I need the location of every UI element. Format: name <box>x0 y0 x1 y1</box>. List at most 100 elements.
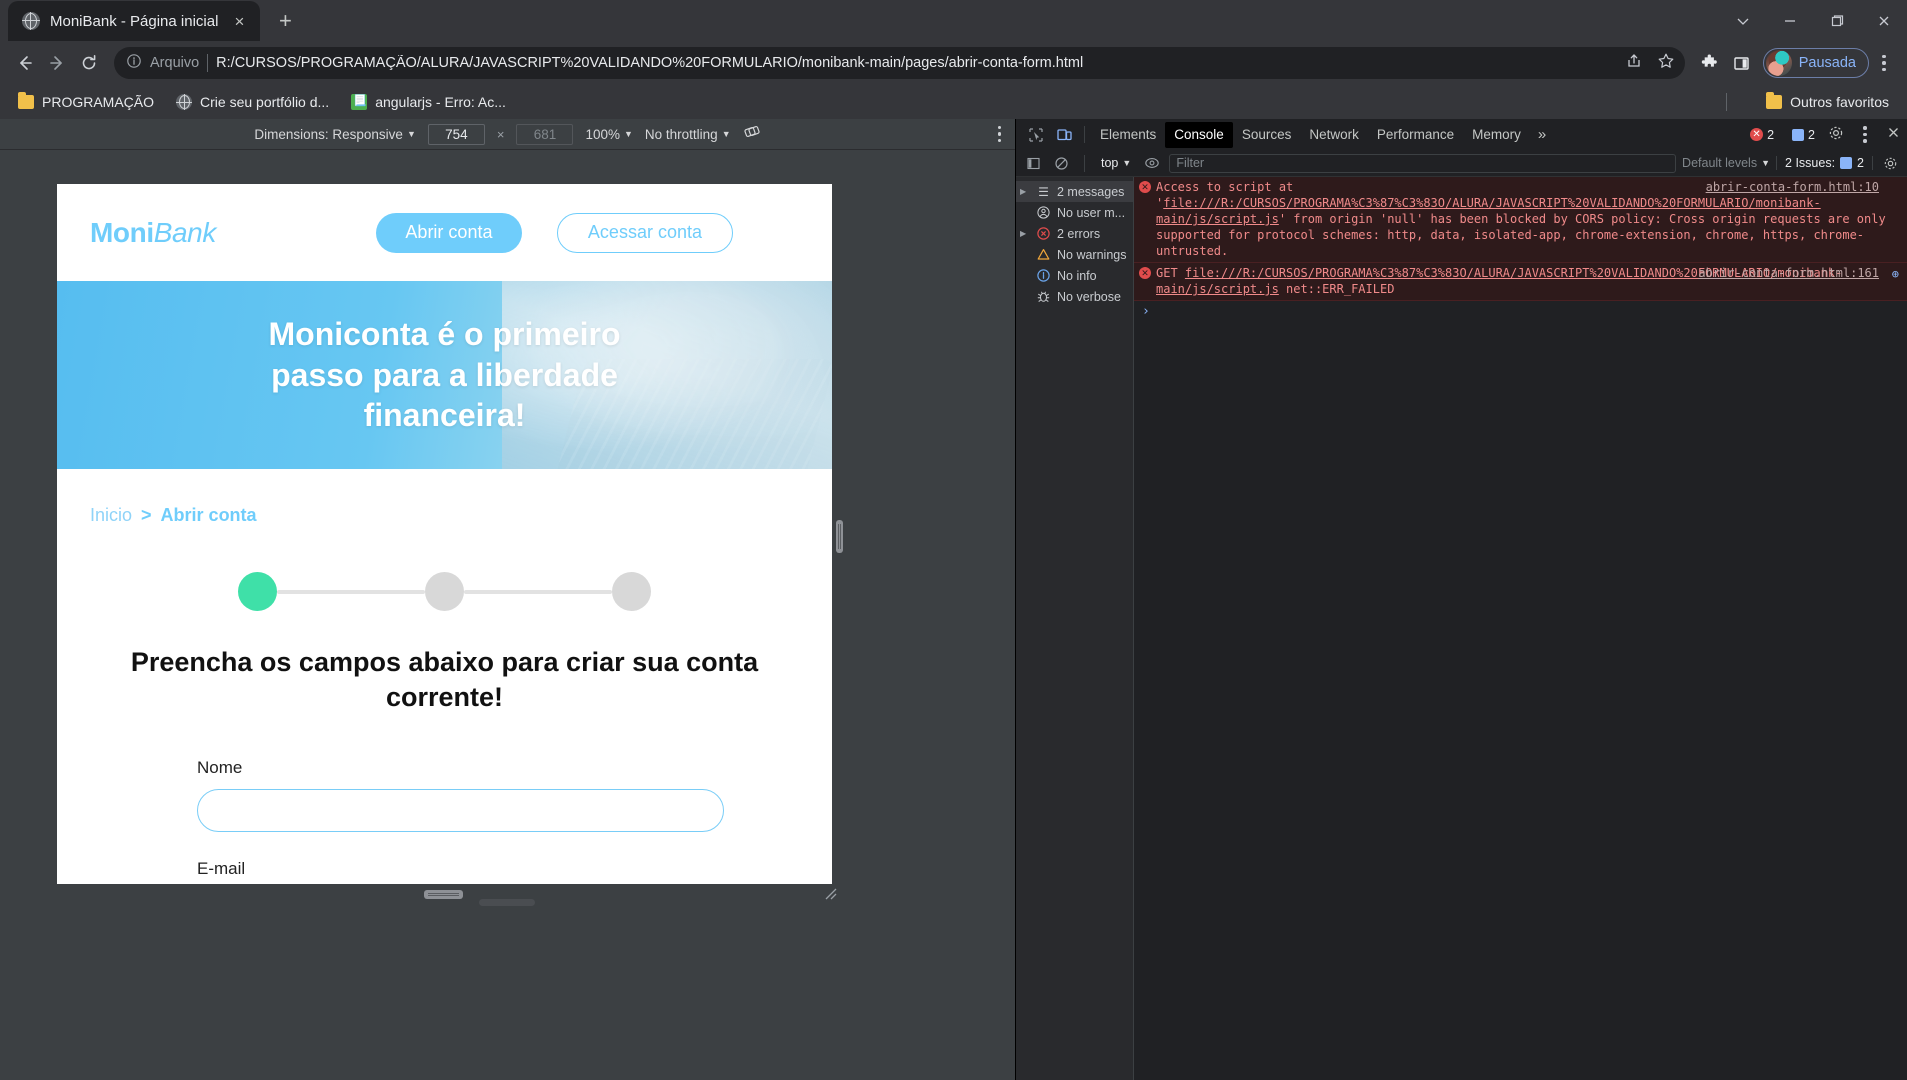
site-logo[interactable]: MoniBank <box>90 217 216 249</box>
share-icon[interactable] <box>1625 52 1643 74</box>
console-prompt[interactable]: › <box>1134 301 1907 322</box>
kebab-menu-icon[interactable] <box>1871 54 1897 72</box>
zoom-dropdown[interactable]: 100% ▼ <box>585 127 632 142</box>
bookmark-item[interactable]: Crie seu portfólio d... <box>168 90 337 114</box>
viewport-width-input[interactable]: 754 <box>427 123 485 145</box>
console-message-source[interactable]: abrir-conta-form.html:10 <box>1706 179 1879 195</box>
bookmarks-divider <box>1726 93 1727 111</box>
breadcrumb-separator: > <box>141 505 152 525</box>
side-panel-icon[interactable] <box>1727 48 1757 78</box>
email-label: E-mail <box>197 859 246 879</box>
other-bookmarks-button[interactable]: Outros favoritos <box>1758 90 1897 114</box>
info-icon <box>1036 269 1051 282</box>
profile-label: Pausada <box>1798 55 1856 71</box>
step-connector <box>464 589 612 594</box>
omnibox-url[interactable]: R:/CURSOS/PROGRAMAÇÃO/ALURA/JAVASCRIPT%2… <box>216 55 1609 71</box>
console-message[interactable]: ✕ GET file:///R:/CURSOS/PROGRAMA%C3%87%C… <box>1134 263 1907 301</box>
execution-context-dropdown[interactable]: top ▼ <box>1097 156 1135 170</box>
chevron-right-icon[interactable]: ▶ <box>1020 229 1030 238</box>
device-emulation-pane: Dimensions: Responsive ▼ 754 × 681 100% … <box>0 119 1015 1080</box>
console-message[interactable]: ✕ Access to script at 'file:///R:/CURSOS… <box>1134 177 1907 263</box>
chevron-down-icon: ▼ <box>721 129 731 139</box>
browser-tab[interactable]: MoniBank - Página inicial × <box>8 1 261 41</box>
gear-icon[interactable] <box>1828 125 1844 145</box>
folder-icon <box>1766 92 1783 109</box>
rotate-icon[interactable] <box>743 123 761 145</box>
step-2-indicator[interactable] <box>425 572 464 611</box>
viewport-height-input[interactable]: 681 <box>516 123 574 145</box>
info-circle-icon[interactable] <box>126 53 142 73</box>
throttling-dropdown[interactable]: No throttling ▼ <box>645 127 731 142</box>
dimensions-dropdown[interactable]: Dimensions: Responsive ▼ <box>254 127 416 142</box>
viewport-resize-corner[interactable] <box>822 885 838 901</box>
chevron-right-icon[interactable]: ▶ <box>1020 187 1030 196</box>
logo-italic: Bank <box>153 216 217 248</box>
issues-count: 2 <box>1857 156 1864 170</box>
star-icon[interactable] <box>1657 52 1675 74</box>
omnibox-scheme-label: Arquivo <box>150 55 200 71</box>
sidebar-item-user-messages[interactable]: No user m... <box>1016 202 1133 223</box>
bug-icon <box>1036 290 1051 303</box>
sidebar-item-verbose[interactable]: No verbose <box>1016 286 1133 307</box>
nome-input[interactable] <box>197 789 724 833</box>
issues-badge[interactable]: 2 Issues: 2 <box>1776 156 1873 170</box>
minimize-icon[interactable] <box>1766 0 1813 41</box>
sidebar-item-warnings[interactable]: No warnings <box>1016 244 1133 265</box>
tab-sources[interactable]: Sources <box>1233 122 1301 148</box>
breadcrumb-current: Abrir conta <box>160 505 257 525</box>
zoom-label: 100% <box>585 126 620 142</box>
inspect-icon[interactable] <box>1022 122 1050 148</box>
tab-console[interactable]: Console <box>1165 121 1233 148</box>
error-count: 2 <box>1767 127 1775 142</box>
close-icon[interactable]: × <box>228 10 250 32</box>
console-settings-gear-icon[interactable] <box>1879 153 1901 173</box>
sidebar-item-info[interactable]: No info <box>1016 265 1133 286</box>
sidebar-item-messages[interactable]: ▶ ☰ 2 messages <box>1016 181 1133 202</box>
tab-performance[interactable]: Performance <box>1368 122 1463 148</box>
request-blocked-icon[interactable]: ⊕ <box>1892 266 1899 282</box>
horizontal-scrollbar[interactable] <box>479 899 535 906</box>
tab-elements[interactable]: Elements <box>1091 122 1165 148</box>
viewport-width-handle[interactable] <box>836 520 843 553</box>
tab-network[interactable]: Network <box>1300 122 1368 148</box>
new-tab-button[interactable]: + <box>268 4 302 38</box>
puzzle-icon[interactable] <box>1695 48 1725 78</box>
profile-chip[interactable]: Pausada <box>1762 48 1869 78</box>
viewport-height-handle[interactable] <box>424 890 463 899</box>
tab-memory[interactable]: Memory <box>1463 122 1530 148</box>
message-count-badge[interactable]: 2 <box>1787 127 1820 143</box>
tab-title: MoniBank - Página inicial <box>50 12 219 30</box>
close-window-icon[interactable] <box>1860 0 1907 41</box>
device-toolbar-icon[interactable] <box>1050 122 1078 148</box>
chevron-down-icon[interactable] <box>1719 0 1766 41</box>
acessar-conta-button[interactable]: Acessar conta <box>556 212 733 253</box>
live-expression-icon[interactable] <box>1141 153 1163 173</box>
maximize-icon[interactable] <box>1813 0 1860 41</box>
show-console-sidebar-icon[interactable] <box>1022 153 1044 173</box>
console-filter-input[interactable]: Filter <box>1169 153 1677 173</box>
close-icon[interactable] <box>1886 125 1901 144</box>
chevron-down-icon: ▼ <box>623 129 633 139</box>
bookmark-item[interactable]: angularjs - Erro: Ac... <box>343 90 514 114</box>
address-bar[interactable]: Arquivo R:/CURSOS/PROGRAMAÇÃO/ALURA/JAVA… <box>114 47 1685 79</box>
reload-icon[interactable] <box>74 48 104 78</box>
back-icon[interactable] <box>10 48 40 78</box>
chevron-double-right-icon[interactable]: » <box>1530 126 1554 143</box>
bookmark-item[interactable]: PROGRAMAÇÃO <box>10 90 162 114</box>
sidebar-item-errors[interactable]: ▶ 2 errors <box>1016 223 1133 244</box>
device-toolbar-menu-icon[interactable] <box>997 126 1001 142</box>
breadcrumb-home-link[interactable]: Inicio <box>90 505 132 526</box>
clear-console-icon[interactable] <box>1050 153 1072 173</box>
step-3-indicator[interactable] <box>612 572 651 611</box>
list-icon: ☰ <box>1038 184 1049 199</box>
bookmark-label: PROGRAMAÇÃO <box>42 94 155 110</box>
log-levels-dropdown[interactable]: Default levels ▼ <box>1682 156 1770 170</box>
sidebar-item-label: No verbose <box>1057 289 1121 304</box>
error-count-badge[interactable]: ✕ 2 <box>1745 127 1779 143</box>
forward-icon[interactable] <box>42 48 72 78</box>
devtools-menu-icon[interactable] <box>1852 126 1878 143</box>
abrir-conta-button[interactable]: Abrir conta <box>375 212 522 253</box>
step-1-indicator[interactable] <box>238 572 277 611</box>
browser-window: MoniBank - Página inicial × + Arquivo R:… <box>0 0 1907 1080</box>
console-message-source[interactable]: abrir-conta-form.html:161 <box>1698 265 1879 281</box>
